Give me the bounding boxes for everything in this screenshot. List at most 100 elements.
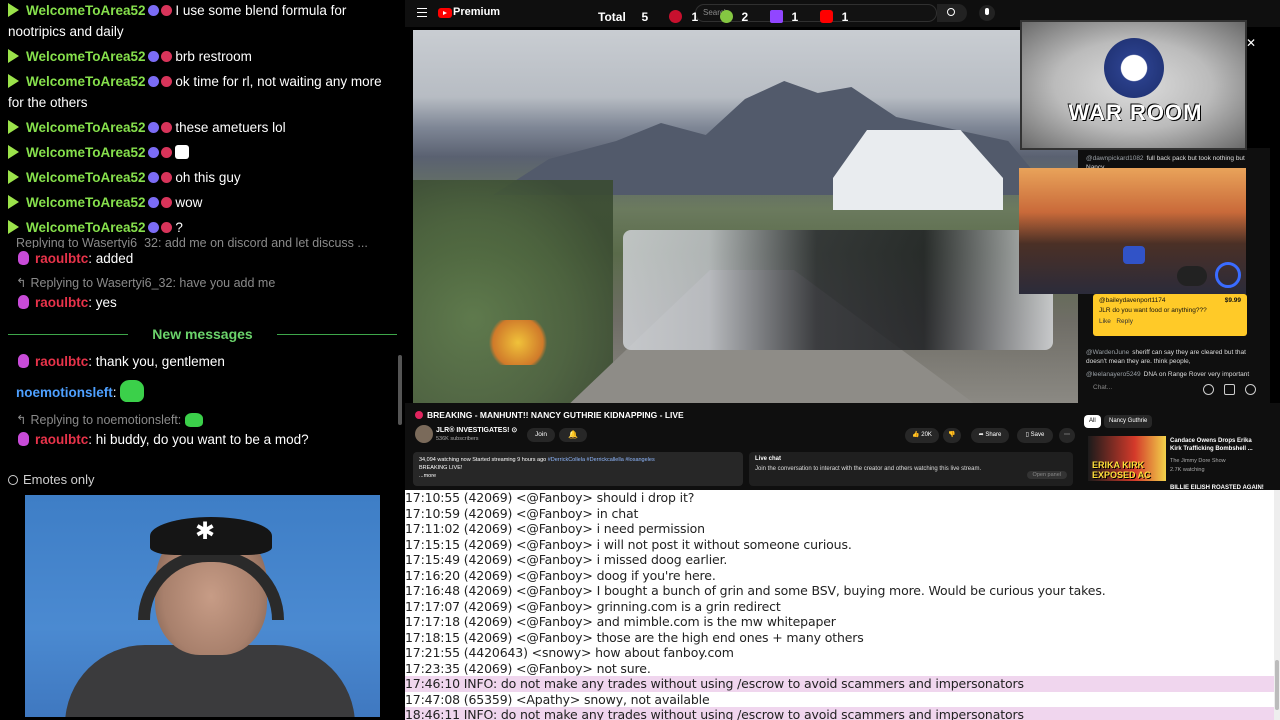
join-button[interactable]: Join: [527, 428, 555, 442]
channel-name[interactable]: JLR® INVESTIGATES! ⊙: [436, 426, 517, 434]
play-icon: [8, 3, 19, 17]
platform-icon: [669, 10, 683, 23]
chat-username[interactable]: WelcomeToArea52: [26, 195, 146, 210]
recommendation-thumbnail[interactable]: ERIKA KIRK EXPOSED AC: [1088, 436, 1166, 481]
chat-username[interactable]: raoulbtc: [35, 432, 88, 447]
recommendation-channel[interactable]: The Jimmy Dore Show: [1170, 458, 1226, 464]
share-button[interactable]: ➦ Share: [971, 428, 1009, 443]
counter-value: 1: [691, 10, 699, 24]
counter-value: 1: [791, 10, 799, 24]
search-button[interactable]: [937, 4, 967, 22]
heart-icon[interactable]: [1245, 384, 1256, 395]
badge-icon: [147, 5, 159, 16]
chat-username[interactable]: raoulbtc: [35, 251, 88, 266]
irc-line: 17:11:02 (42069) <@Fanboy> i need permis…: [405, 521, 705, 536]
chat-username[interactable]: WelcomeToArea52: [26, 74, 146, 89]
badge-icon: [160, 147, 172, 158]
chat-text: wow: [175, 195, 203, 210]
live-chat-author[interactable]: @WardenJune: [1086, 349, 1129, 356]
chat-username[interactable]: raoulbtc: [35, 354, 88, 369]
new-messages-divider[interactable]: New messages: [0, 323, 405, 345]
save-label: Save: [1030, 432, 1045, 438]
reply-arrow-icon: ↰: [16, 413, 27, 427]
youtube-logo-icon[interactable]: [438, 8, 452, 18]
game-car: [1123, 246, 1145, 264]
chat-message: noemotionsleft:: [0, 374, 405, 405]
recommendation-title[interactable]: Candace Owens Drops Erika Kirk Trafficki…: [1170, 437, 1265, 453]
badge-icon: [147, 172, 159, 183]
live-chat-author[interactable]: @leelanayero5249: [1086, 371, 1141, 378]
counter-youtube: 1: [819, 10, 858, 24]
chat-username[interactable]: raoulbtc: [35, 295, 88, 310]
chat-input[interactable]: Chat...: [1093, 384, 1193, 396]
reply-context: ↰ Replying to noemotionsleft:: [0, 405, 405, 429]
dislike-icon[interactable]: 👎: [943, 428, 961, 443]
chat-message: WelcomeToArea52 ok time for rl, not wait…: [0, 69, 405, 115]
play-icon: [8, 49, 19, 63]
emotes-only-label: Emotes only: [23, 472, 95, 487]
youtube-icon: [819, 10, 833, 23]
rumble-icon: [719, 10, 733, 23]
webcam-feed: ✱: [25, 495, 380, 717]
voice-search-icon[interactable]: [979, 5, 995, 21]
video-description[interactable]: 34,094 watching now Started streaming 9 …: [413, 452, 743, 486]
badge-icon: [147, 147, 159, 158]
badge-icon: [160, 222, 172, 233]
thumbnail-text: ERIKA KIRK EXPOSED AC: [1092, 460, 1151, 480]
gamepad-icon: [1177, 266, 1207, 286]
chat-scrollbar[interactable]: [398, 355, 402, 425]
play-icon: [8, 74, 19, 88]
more-link[interactable]: ...more: [419, 473, 436, 479]
chip-nancy-guthrie[interactable]: Nancy Guthrie: [1104, 415, 1153, 428]
irc-scrollbar[interactable]: [1274, 490, 1280, 720]
search-icon: [947, 8, 955, 16]
chat-username[interactable]: WelcomeToArea52: [26, 49, 146, 64]
menu-icon[interactable]: [417, 8, 427, 17]
chat-text: : hi buddy, do you want to be a mod?: [88, 432, 309, 447]
close-icon[interactable]: ✕: [1246, 36, 1256, 50]
live-chat-card: Live chat Join the conversation to inter…: [749, 452, 1073, 486]
emote-mode-icon: [8, 475, 18, 485]
reply-text: Replying to noemotionsleft:: [30, 413, 182, 427]
super-chat-icon[interactable]: [1224, 384, 1235, 395]
save-button[interactable]: ▯ Save: [1017, 428, 1053, 443]
frog-emote-icon: [120, 380, 145, 402]
flower-memorial: [483, 320, 553, 365]
chat-message: WelcomeToArea52 I use some blend formula…: [0, 0, 405, 44]
more-options-icon[interactable]: ⋯: [1059, 428, 1075, 443]
chat-text: oh this guy: [175, 170, 241, 185]
irc-line: 17:10:59 (42069) <@Fanboy> in chat: [405, 505, 639, 521]
twitch-icon: [769, 10, 783, 23]
chat-username[interactable]: WelcomeToArea52: [26, 170, 146, 185]
youtube-premium-label[interactable]: Premium: [453, 6, 500, 18]
live-chat-text: DNA on Range Rover very important: [1143, 371, 1250, 378]
description-text: BREAKING LIVE!: [419, 465, 463, 471]
chat-message: WelcomeToArea52 these ametuers lol: [0, 115, 405, 140]
live-indicator-icon: [415, 411, 423, 419]
chat-username[interactable]: noemotionsleft: [16, 385, 113, 400]
badge-icon: [160, 197, 172, 208]
war-room-overlay: WAR ROOM: [1020, 20, 1247, 150]
reply-button[interactable]: Reply: [1116, 318, 1133, 325]
chat-username[interactable]: WelcomeToArea52: [26, 145, 146, 160]
chat-username[interactable]: WelcomeToArea52: [26, 120, 146, 135]
live-chat-author[interactable]: @dawnpickard1082: [1086, 155, 1144, 162]
counter-kick: 1: [669, 10, 707, 24]
chat-username[interactable]: WelcomeToArea52: [26, 3, 146, 18]
chip-all[interactable]: All: [1084, 415, 1101, 428]
open-panel-button[interactable]: Open panel: [1026, 471, 1067, 479]
emoji-icon[interactable]: [1203, 384, 1214, 395]
irc-line: 17:23:35 (42069) <@Fanboy> not sure.: [405, 660, 651, 676]
notification-bell-icon[interactable]: 🔔: [559, 428, 587, 442]
chat-username[interactable]: WelcomeToArea52: [26, 220, 146, 235]
scrollbar-thumb[interactable]: [1275, 660, 1279, 710]
total-value: 5: [641, 10, 649, 24]
reply-context: ↰ Replying to Wasertyi6_32: have you add …: [0, 271, 405, 292]
main-video-player[interactable]: [413, 30, 1078, 403]
channel-avatar[interactable]: [415, 425, 433, 443]
hashtags[interactable]: #DerrickCollela #Derrickcallella #losang…: [548, 457, 655, 463]
like-button[interactable]: 👍 20K: [905, 428, 939, 443]
share-icon: ➦: [978, 432, 984, 438]
super-chat-message[interactable]: @baileydavenport1174 $9.99 JLR do you wan…: [1093, 294, 1247, 336]
like-button[interactable]: Like: [1099, 318, 1111, 325]
